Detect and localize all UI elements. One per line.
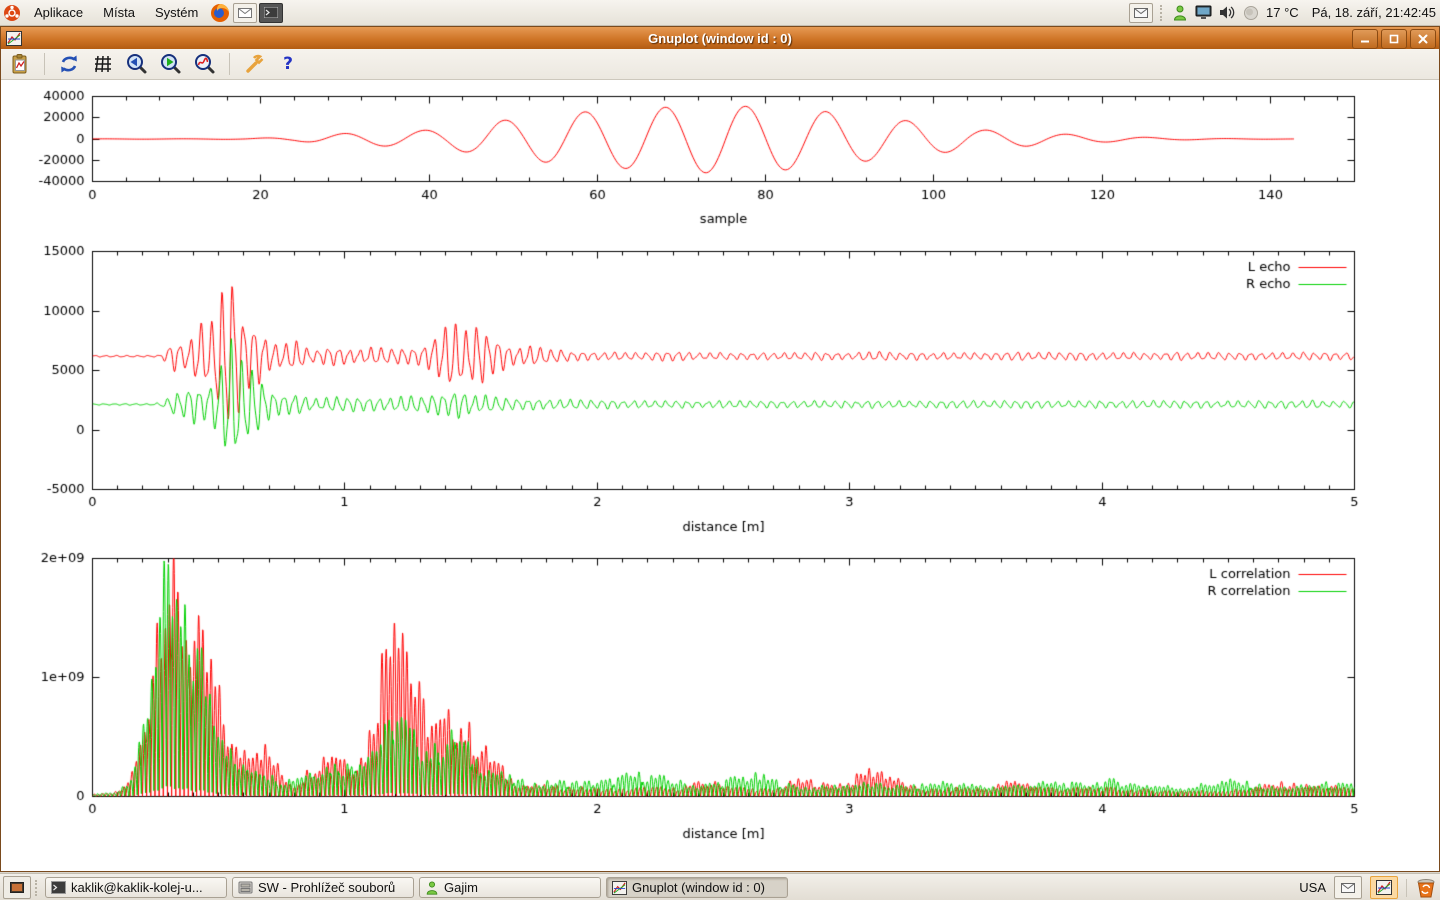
ubuntu-menu-icon[interactable] [1,2,23,24]
zoom-next-button[interactable] [158,51,184,77]
help-icon: ? [283,54,293,74]
tasklist-drag-handle[interactable] [35,880,40,896]
show-desktop-button[interactable] [3,876,31,899]
menu-places-label: Místa [103,5,135,20]
envelope-icon [238,8,252,18]
menu-system[interactable]: Systém [145,0,208,25]
top-panel: Aplikace Místa Systém [0,0,1440,26]
mail-launcher[interactable] [233,3,257,23]
clock[interactable]: Pá, 18. září, 21:42:45 [1312,5,1436,20]
window-controls [1352,29,1436,49]
desktop: Aplikace Místa Systém [0,0,1440,900]
volume-icon[interactable] [1219,5,1236,20]
display-settings-icon[interactable] [1195,5,1212,20]
terminal-icon [51,881,66,894]
taskbar-window-gnuplot[interactable]: Gnuplot (window id : 0) [606,877,788,898]
help-button[interactable]: ? [275,51,301,77]
zoom-previous-icon [126,53,148,75]
taskbar-right: USA [1299,874,1437,900]
zoom-previous-button[interactable] [124,51,150,77]
toggle-grid-button[interactable] [90,51,116,77]
weather-icon[interactable] [1243,5,1259,21]
system-tray: 17 °C Pá, 18. září, 21:42:45 [1129,0,1436,25]
menu-places[interactable]: Místa [93,0,145,25]
window-title: Gnuplot (window id : 0) [1,31,1439,46]
wrench-icon [243,53,265,75]
clipboard-icon [9,53,31,75]
titlebar[interactable]: Gnuplot (window id : 0) [1,27,1439,49]
settings-button[interactable] [241,51,267,77]
minimize-icon [1360,34,1370,44]
replot-button[interactable] [56,51,82,77]
mail-tray-button[interactable] [1334,876,1362,899]
mail-notifier-envelope-icon [1134,8,1148,18]
close-icon [1418,34,1428,44]
menu-system-label: Systém [155,5,198,20]
gnuplot-window: Gnuplot (window id : 0) [0,26,1440,872]
gajim-icon [425,881,439,895]
copy-to-clipboard-button[interactable] [7,51,33,77]
terminal-icon [264,7,278,18]
keyboard-layout-indicator[interactable]: USA [1299,880,1326,895]
refresh-icon [58,53,80,75]
taskbar-window-gajim[interactable]: Gajim [419,877,601,898]
envelope-icon [1341,883,1355,893]
show-desktop-icon [10,882,24,894]
gnuplot-window-icon[interactable] [6,31,22,46]
gnuplot-icon [612,881,627,895]
menu-applications-label: Aplikace [34,5,83,20]
toolbar: ? [1,49,1439,80]
taskbar-window-label: SW - Prohlížeč souborů [258,880,395,895]
minimize-button[interactable] [1352,29,1378,49]
toolbar-separator [44,53,45,75]
taskbar-window-terminal[interactable]: kaklik@kaklik-kolej-u... [45,877,227,898]
zoom-next-icon [160,53,182,75]
gnuplot-plot-area[interactable] [2,80,1439,871]
grid-icon [92,53,114,75]
maximize-button[interactable] [1381,29,1407,49]
gnuplot-notification-button[interactable] [1370,876,1398,899]
firefox-icon [210,3,230,23]
taskbar-window-label: Gajim [444,880,478,895]
taskbar-window-file-manager[interactable]: SW - Prohlížeč souborů [232,877,414,898]
trash-icon[interactable] [1415,877,1437,899]
gnuplot-icon [1376,880,1392,895]
menu-applications[interactable]: Aplikace [24,0,93,25]
taskbar: kaklik@kaklik-kolej-u... SW - Prohlížeč … [0,873,1440,900]
tray-drag-handle[interactable] [1160,5,1165,21]
temperature-indicator[interactable]: 17 °C [1266,5,1299,20]
taskbar-window-label: kaklik@kaklik-kolej-u... [71,880,203,895]
firefox-launcher[interactable] [209,2,231,24]
taskbar-window-label: Gnuplot (window id : 0) [632,880,765,895]
autoscale-button[interactable] [192,51,218,77]
autoscale-icon [194,53,216,75]
gajim-status-icon[interactable] [1172,5,1188,21]
file-manager-icon [238,881,253,894]
toolbar-separator [229,53,230,75]
maximize-icon [1389,34,1399,44]
mail-notifier-button[interactable] [1129,3,1153,23]
terminal-launcher[interactable] [259,3,283,23]
plot-surface [2,80,1439,871]
taskbar-separator [1406,879,1407,897]
close-button[interactable] [1410,29,1436,49]
ubuntu-logo-icon [3,4,21,22]
